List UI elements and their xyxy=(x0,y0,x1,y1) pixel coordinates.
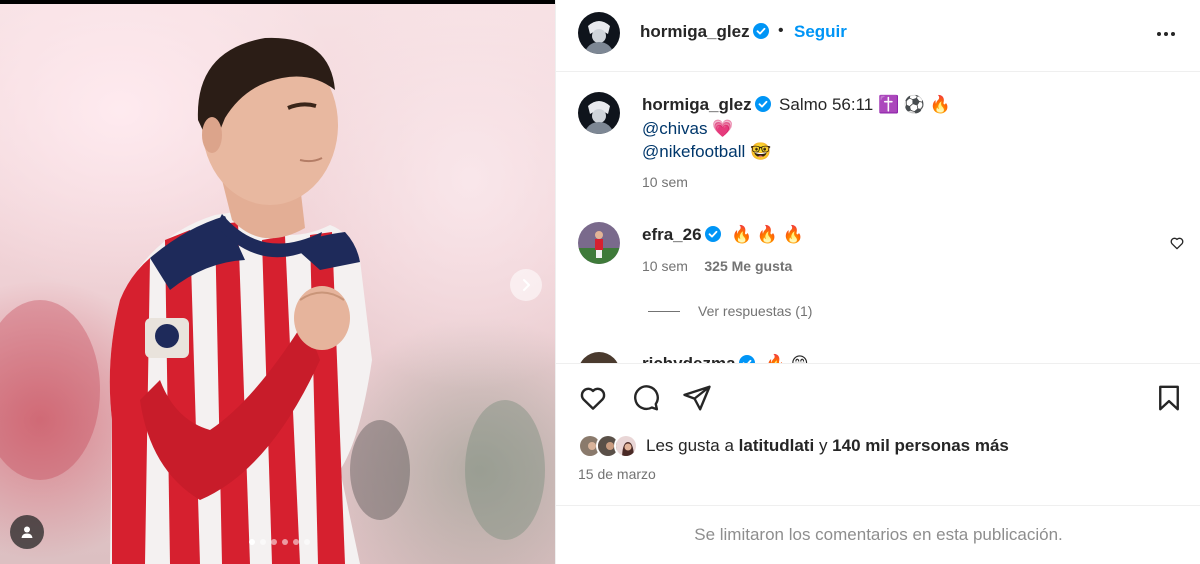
likes-connector: y xyxy=(818,436,828,455)
comment-avatar[interactable] xyxy=(578,352,620,363)
caption-mention-nike: @nikefootball 🤓 xyxy=(642,142,771,162)
comment-username[interactable]: richydezma xyxy=(642,354,736,363)
caption-mention-chivas: @chivas 💗 xyxy=(642,119,733,139)
post-media[interactable] xyxy=(0,0,555,564)
liker-avatar xyxy=(614,434,638,458)
view-replies-button[interactable]: Ver respuestas (1) xyxy=(648,303,812,319)
post-date[interactable]: 15 de marzo xyxy=(578,466,656,482)
view-replies-label: Ver respuestas (1) xyxy=(698,303,813,319)
next-slide-button[interactable] xyxy=(510,269,542,301)
share-icon[interactable] xyxy=(682,383,712,413)
verified-badge-icon xyxy=(738,355,755,363)
mention-nike-emoji: 🤓 xyxy=(750,142,772,161)
mention-nike-link[interactable]: @nikefootball xyxy=(642,142,745,161)
comment-avatar[interactable] xyxy=(578,222,620,264)
post-actions: Les gusta a latitudlati y 140 mil person… xyxy=(556,363,1200,503)
header-separator: • xyxy=(778,22,784,39)
author-username[interactable]: hormiga_glez xyxy=(640,22,769,42)
caption-text: Salmo 56:11 ✝️ ⚽ 🔥 xyxy=(779,95,951,114)
carousel-dot xyxy=(282,539,288,545)
likes-others[interactable]: 140 mil personas más xyxy=(832,436,1009,455)
verified-badge-icon xyxy=(752,23,769,39)
follow-button[interactable]: Seguir xyxy=(794,22,847,42)
verified-badge-icon xyxy=(754,96,771,112)
chevron-right-icon xyxy=(523,279,530,291)
likes-summary[interactable]: Les gusta a latitudlati y 140 mil person… xyxy=(578,434,1009,458)
comment-likes[interactable]: 325 Me gusta xyxy=(704,258,792,274)
comment-line: efra_26 🔥 🔥 🔥 xyxy=(642,225,804,245)
replies-divider xyxy=(648,310,680,312)
carousel-dot xyxy=(304,539,310,545)
person-tag-icon xyxy=(21,526,33,538)
comments-list[interactable]: hormiga_glez Salmo 56:11 ✝️ ⚽ 🔥 @chivas … xyxy=(556,73,1200,363)
comment-username[interactable]: efra_26 xyxy=(642,225,702,244)
caption-avatar[interactable] xyxy=(578,92,620,134)
comments-limited-text: Se limitaron los comentarios en esta pub… xyxy=(694,525,1063,544)
comment-line: richydezma 🔥 😁 xyxy=(642,354,809,363)
carousel-dot xyxy=(249,539,255,545)
more-options-icon[interactable] xyxy=(1154,26,1178,42)
carousel-dot xyxy=(293,539,299,545)
comments-limited-notice: Se limitaron los comentarios en esta pub… xyxy=(556,505,1200,564)
tagged-people-button[interactable] xyxy=(10,515,44,549)
carousel-dots xyxy=(0,539,555,545)
caption-line: hormiga_glez Salmo 56:11 ✝️ ⚽ 🔥 xyxy=(642,95,951,115)
comment-text: 🔥 😁 xyxy=(765,354,809,363)
likes-first-user[interactable]: latitudlati xyxy=(739,436,815,455)
author-username-text[interactable]: hormiga_glez xyxy=(640,22,750,41)
author-avatar[interactable] xyxy=(578,12,620,54)
post-side-panel: hormiga_glez • Seguir hormiga_glez Salmo… xyxy=(555,0,1200,564)
caption-username[interactable]: hormiga_glez xyxy=(642,95,752,114)
comment-meta: 10 sem 325 Me gusta xyxy=(642,258,792,276)
likes-prefix: Les gusta a xyxy=(646,436,734,455)
comment-like-heart-icon[interactable] xyxy=(1169,235,1185,251)
bookmark-icon[interactable] xyxy=(1154,383,1184,413)
carousel-dot xyxy=(271,539,277,545)
post-photo xyxy=(0,37,545,564)
likes-text: Les gusta a latitudlati y 140 mil person… xyxy=(646,436,1009,456)
comment-time[interactable]: 10 sem xyxy=(642,258,688,274)
post-header: hormiga_glez • Seguir xyxy=(556,0,1200,72)
comment-text: 🔥 🔥 🔥 xyxy=(731,225,804,244)
carousel-dot xyxy=(260,539,266,545)
heart-icon[interactable] xyxy=(578,383,608,413)
comment-icon[interactable] xyxy=(630,383,660,413)
mention-chivas-link[interactable]: @chivas xyxy=(642,119,707,138)
mention-chivas-emoji: 💗 xyxy=(712,119,734,138)
verified-badge-icon xyxy=(704,226,721,242)
caption-time[interactable]: 10 sem xyxy=(642,174,688,190)
